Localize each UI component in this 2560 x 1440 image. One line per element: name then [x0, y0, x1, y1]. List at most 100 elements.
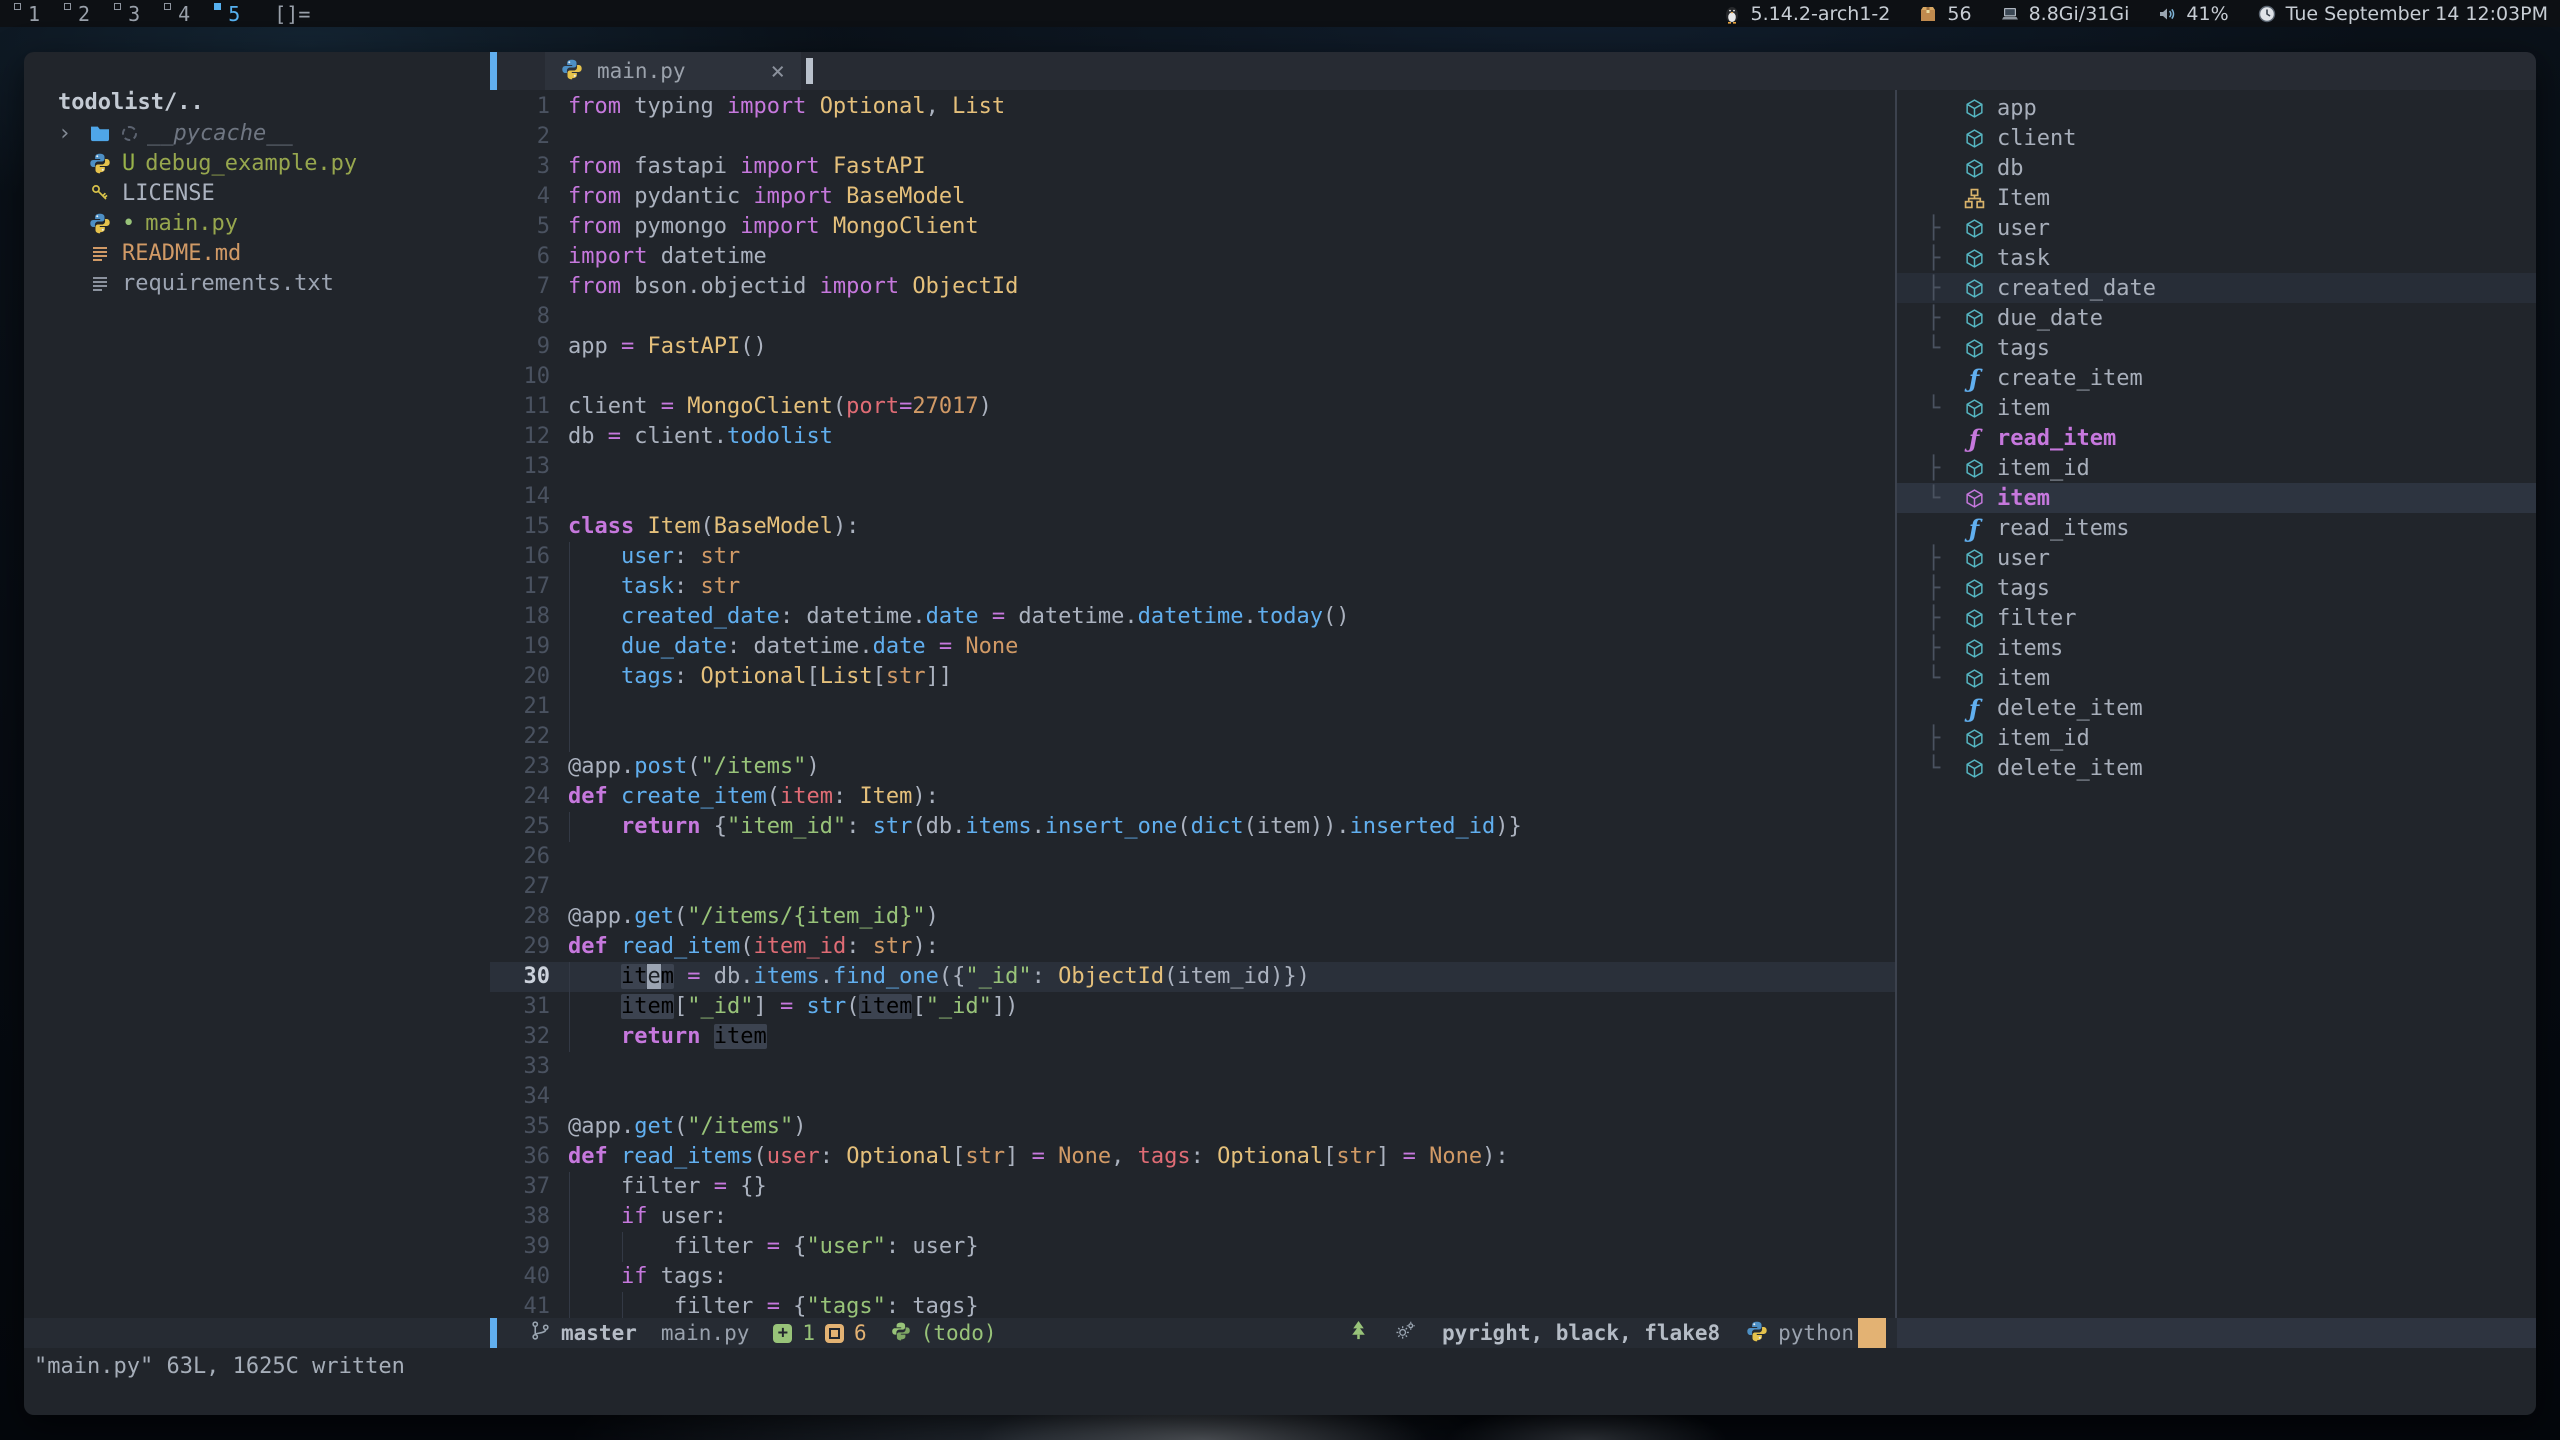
git-branch[interactable]: master [530, 1320, 637, 1346]
tree-item-debug-example-py[interactable]: Udebug_example.py [58, 148, 488, 178]
git-added-icon: + [773, 1324, 792, 1343]
outline-item-created_date[interactable]: ├created_date [1897, 273, 2536, 303]
outline-item-task[interactable]: ├task [1897, 243, 2536, 273]
outline-item-items[interactable]: ├items [1897, 633, 2536, 663]
tree-item-license[interactable]: LICENSE [58, 178, 488, 208]
outline-item-item_id[interactable]: ├item_id [1897, 453, 2536, 483]
tree-item-label: requirements.txt [122, 271, 334, 296]
code-line[interactable]: 35@app.get("/items") [490, 1112, 1895, 1142]
tree-connector: └ [1927, 336, 1951, 361]
code-line[interactable]: 27 [490, 872, 1895, 902]
code-line[interactable]: 8 [490, 302, 1895, 332]
code-text: @app.get("/items/{item_id}") [568, 902, 1895, 932]
code-line[interactable]: 38 if user: [490, 1202, 1895, 1232]
workspace-button-5[interactable]: 5 [212, 0, 246, 27]
code-line[interactable]: 13 [490, 452, 1895, 482]
line-number: 15 [490, 512, 568, 542]
code-line[interactable]: 10 [490, 362, 1895, 392]
layout-indicator[interactable]: []= [274, 2, 310, 26]
code-text: item = db.items.find_one({"_id": ObjectI… [568, 962, 1895, 992]
chevron-right-icon[interactable]: › [58, 121, 78, 146]
code-text: if user: [568, 1202, 1895, 1232]
outline-item-label: item_id [1997, 726, 2090, 751]
tree-item-label: LICENSE [122, 181, 215, 206]
code-text: filter = {"user": user} [568, 1232, 1895, 1262]
indent-guide [569, 962, 570, 992]
outline-item-filter[interactable]: ├filter [1897, 603, 2536, 633]
volume-level: 41% [2157, 3, 2228, 25]
code-line[interactable]: 37 filter = {} [490, 1172, 1895, 1202]
outline-item-tags[interactable]: ├tags [1897, 573, 2536, 603]
code-line[interactable]: 31 item["_id"] = str(item["_id"]) [490, 992, 1895, 1022]
tree-item-requirements-txt[interactable]: requirements.txt [58, 268, 488, 298]
function-icon: ƒ [1969, 364, 1979, 393]
code-line[interactable]: 20 tags: Optional[List[str]] [490, 662, 1895, 692]
outline-item-delete_item[interactable]: ƒdelete_item [1897, 693, 2536, 723]
code-line[interactable]: 17 task: str [490, 572, 1895, 602]
outline-item-user[interactable]: ├user [1897, 213, 2536, 243]
code-line[interactable]: 34 [490, 1082, 1895, 1112]
workspace-dot [14, 3, 21, 10]
code-line[interactable]: 16 user: str [490, 542, 1895, 572]
outline-item-create_item[interactable]: ƒcreate_item [1897, 363, 2536, 393]
workspace-button-1[interactable]: 1 [12, 0, 46, 27]
code-line[interactable]: 33 [490, 1052, 1895, 1082]
code-line[interactable]: 14 [490, 482, 1895, 512]
outline-item-user[interactable]: ├user [1897, 543, 2536, 573]
outline-item-read_item[interactable]: ƒread_item [1897, 423, 2536, 453]
code-line[interactable]: 12db = client.todolist [490, 422, 1895, 452]
code-line[interactable]: 15class Item(BaseModel): [490, 512, 1895, 542]
outline-item-client[interactable]: client [1897, 123, 2536, 153]
code-line[interactable]: 6import datetime [490, 242, 1895, 272]
file-explorer-root[interactable]: todolist/.. [58, 88, 488, 118]
code-line[interactable]: 19 due_date: datetime.date = None [490, 632, 1895, 662]
outline-item-delete_item[interactable]: └delete_item [1897, 753, 2536, 783]
outline-item-due_date[interactable]: ├due_date [1897, 303, 2536, 333]
outline-item-item[interactable]: └item [1897, 483, 2536, 513]
code-line[interactable]: 26 [490, 842, 1895, 872]
code-line[interactable]: 11client = MongoClient(port=27017) [490, 392, 1895, 422]
workspace-button-3[interactable]: 3 [112, 0, 146, 27]
outline-item-tags[interactable]: └tags [1897, 333, 2536, 363]
tree-item-readme-md[interactable]: README.md [58, 238, 488, 268]
code-line-current[interactable]: 30 item = db.items.find_one({"_id": Obje… [490, 962, 1895, 992]
code-line[interactable]: 7from bson.objectid import ObjectId [490, 272, 1895, 302]
code-line[interactable]: 40 if tags: [490, 1262, 1895, 1292]
outline-item-app[interactable]: app [1897, 93, 2536, 123]
tree-item-main-py[interactable]: •main.py [58, 208, 488, 238]
outline-item-read_items[interactable]: ƒread_items [1897, 513, 2536, 543]
code-line[interactable]: 1from typing import Optional, List [490, 92, 1895, 122]
code-line[interactable]: 18 created_date: datetime.date = datetim… [490, 602, 1895, 632]
code-line[interactable]: 32 return item [490, 1022, 1895, 1052]
tree-connector: └ [1927, 666, 1951, 691]
workspace-button-4[interactable]: 4 [162, 0, 196, 27]
code-line[interactable]: 22 [490, 722, 1895, 752]
tree-item--pycache-[interactable]: ›__pycache__ [58, 118, 488, 148]
code-line[interactable]: 24def create_item(item: Item): [490, 782, 1895, 812]
code-line[interactable]: 3from fastapi import FastAPI [490, 152, 1895, 182]
line-number: 10 [490, 362, 568, 392]
outline-item-Item[interactable]: Item [1897, 183, 2536, 213]
workspace-button-2[interactable]: 2 [62, 0, 96, 27]
code-line[interactable]: 39 filter = {"user": user} [490, 1232, 1895, 1262]
laptop-icon [2000, 4, 2020, 24]
code-line[interactable]: 5from pymongo import MongoClient [490, 212, 1895, 242]
code-line[interactable]: 4from pydantic import BaseModel [490, 182, 1895, 212]
outline-item-item[interactable]: └item [1897, 663, 2536, 693]
indent-guide [569, 1232, 570, 1262]
code-line[interactable]: 36def read_items(user: Optional[str] = N… [490, 1142, 1895, 1172]
code-line[interactable]: 23@app.post("/items") [490, 752, 1895, 782]
code-line[interactable]: 25 return {"item_id": str(db.items.inser… [490, 812, 1895, 842]
code-line[interactable]: 21 [490, 692, 1895, 722]
outline-item-db[interactable]: db [1897, 153, 2536, 183]
git-branch-icon [530, 1320, 551, 1346]
outline-item-item_id[interactable]: ├item_id [1897, 723, 2536, 753]
code-line[interactable]: 29def read_item(item_id: str): [490, 932, 1895, 962]
code-line[interactable]: 9app = FastAPI() [490, 332, 1895, 362]
outline-item-item[interactable]: └item [1897, 393, 2536, 423]
editor-tab-main-py[interactable]: main.py × [545, 52, 801, 90]
tab-close-icon[interactable]: × [771, 57, 785, 85]
code-line[interactable]: 28@app.get("/items/{item_id}") [490, 902, 1895, 932]
editor-pane[interactable]: 1from typing import Optional, List23from… [490, 90, 1895, 1318]
code-line[interactable]: 2 [490, 122, 1895, 152]
